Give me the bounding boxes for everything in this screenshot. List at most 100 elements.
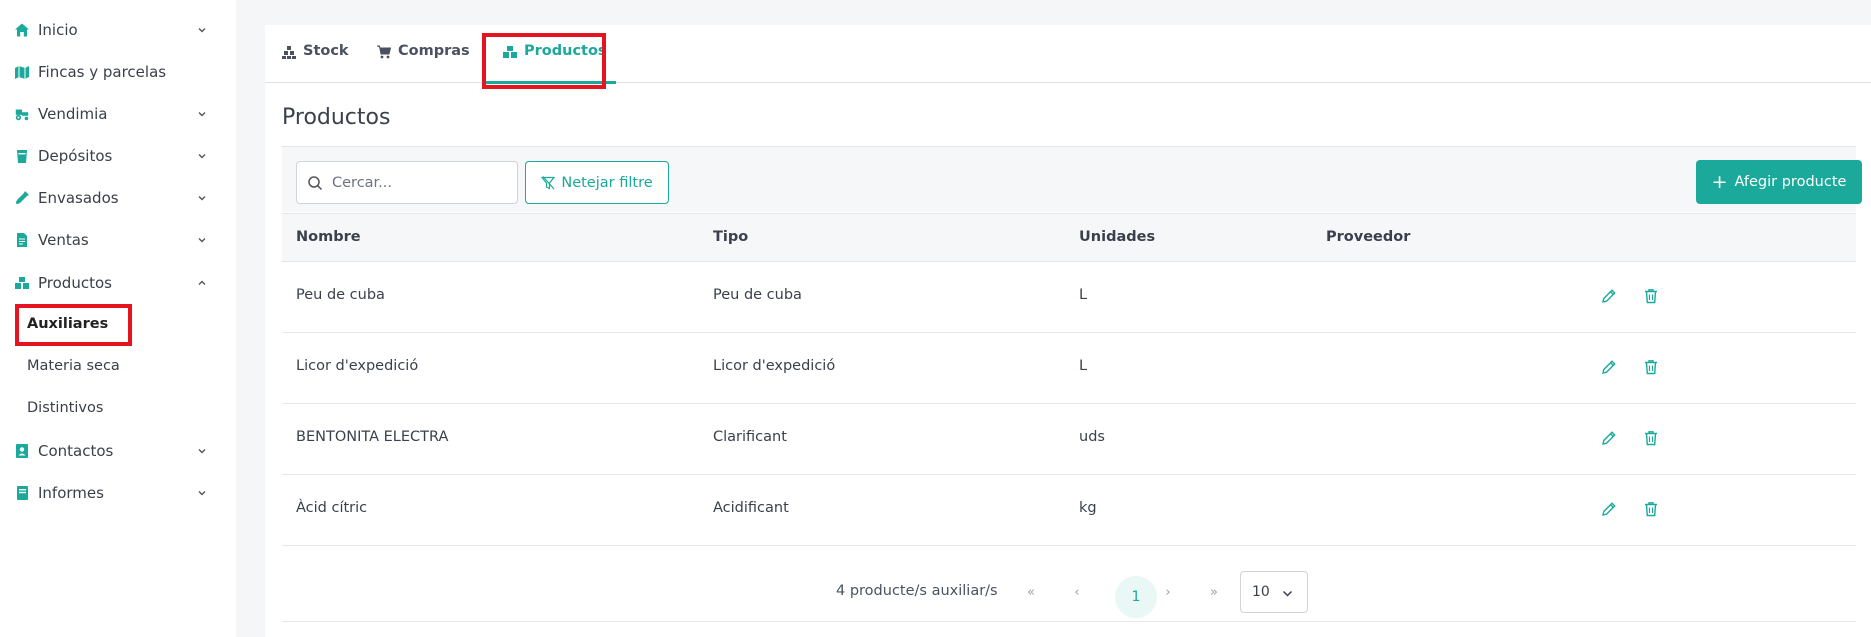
sidebar-subitem-distintivos[interactable]: Distintivos [0,392,236,426]
column-header[interactable]: Proveedor [1326,229,1410,245]
column-header[interactable]: Tipo [713,229,748,245]
tab-label: Compras [398,43,470,59]
page-size-select[interactable]: 10 [1240,571,1308,613]
next-page-button[interactable]: › [1154,578,1182,606]
contact-icon [14,443,30,459]
clear-filter-label: Netejar filtre [561,174,653,191]
delete-icon[interactable] [1642,500,1660,518]
tab-productos[interactable]: Productos [503,43,607,83]
edit-icon[interactable] [1600,287,1618,305]
boxes-icon [503,46,517,58]
tab-bar: Stock Compras Productos [265,25,1871,84]
cell-tipo: Licor d'expedició [713,358,836,374]
chevron-down-icon [198,196,206,201]
clear-filter-button[interactable]: Netejar filtre [525,161,669,204]
edit-icon[interactable] [1600,500,1618,518]
bottle-icon [14,190,30,206]
chevron-down-icon [1282,590,1293,597]
delete-icon[interactable] [1642,429,1660,447]
sidebar-item-fincas[interactable]: Fincas y parcelas [0,55,236,89]
add-product-button[interactable]: + Afegir producte [1696,160,1862,204]
sidebar-item-label: Productos [38,274,112,292]
sidebar-item-inicio[interactable]: Inicio [0,13,236,47]
delete-icon[interactable] [1642,358,1660,376]
plus-icon: + [1711,170,1728,193]
sidebar-item-vendimia[interactable]: Vendimia [0,97,236,131]
cell-tipo: Clarificant [713,429,787,445]
boxes-icon [14,275,30,291]
table-row: Licor d'expedició Licor d'expedició L [282,333,1856,404]
search-icon [308,176,323,191]
page-title: Productos [282,105,391,130]
edit-icon[interactable] [1600,429,1618,447]
sidebar-subitem-label: Auxiliares [27,316,109,332]
result-count: 4 producte/s auxiliar/s [836,583,998,599]
chevron-down-icon [198,28,206,33]
chevron-down-icon [198,491,206,496]
delete-icon[interactable] [1642,287,1660,305]
sidebar-item-label: Fincas y parcelas [38,63,167,81]
tab-label: Productos [524,43,607,59]
table-row: BENTONITA ELECTRA Clarificant uds [282,404,1856,475]
page-size-value: 10 [1252,584,1270,600]
sidebar-item-label: Contactos [38,442,114,460]
sidebar-item-informes[interactable]: Informes [0,476,236,510]
table-row: Àcid cítric Acidificant kg [282,475,1856,546]
sidebar-item-contactos[interactable]: Contactos [0,434,236,468]
toolbar: Netejar filtre + Afegir producte [282,146,1862,212]
column-header[interactable]: Unidades [1079,229,1155,245]
sidebar-item-ventas[interactable]: Ventas [0,223,236,257]
chevron-down-icon [198,238,206,243]
sidebar-item-label: Informes [38,484,104,502]
main-panel: Stock Compras Productos Productos Neteja… [265,25,1871,637]
home-icon [14,22,30,38]
sidebar-subitem-label: Materia seca [27,358,120,374]
sidebar-subitem-auxiliares[interactable]: Auxiliares [0,308,236,342]
table-header: Nombre Tipo Unidades Proveedor [282,213,1856,262]
sidebar-item-label: Inicio [38,21,78,39]
cart-icon [377,45,391,59]
chevron-down-icon [198,112,206,117]
sidebar-item-label: Vendimia [38,105,108,123]
stock-icon [282,46,296,59]
map-icon [14,64,30,80]
current-page-button[interactable]: 1 [1115,576,1157,618]
chevron-up-icon [198,280,206,285]
chevron-down-icon [198,449,206,454]
prev-page-button[interactable]: ‹ [1063,578,1091,606]
sidebar-item-productos[interactable]: Productos [0,266,236,300]
cell-tipo: Peu de cuba [713,287,802,303]
sidebar-item-depositos[interactable]: Depósitos [0,139,236,173]
search-field[interactable] [296,161,518,204]
pagination: 4 producte/s auxiliar/s « ‹ 1 › » 10 [282,562,1856,622]
column-header[interactable]: Nombre [296,229,361,245]
sidebar-item-label: Envasados [38,189,119,207]
sidebar: Inicio Fincas y parcelas Vendimia Depósi… [0,0,236,637]
cell-tipo: Acidificant [713,500,789,516]
sidebar-item-label: Depósitos [38,147,113,165]
edit-icon[interactable] [1600,358,1618,376]
sidebar-item-label: Ventas [38,231,89,249]
book-icon [14,485,30,501]
tab-compras[interactable]: Compras [377,43,470,83]
cell-nombre: BENTONITA ELECTRA [296,429,449,445]
cell-nombre: Àcid cítric [296,500,368,516]
tab-label: Stock [303,43,349,59]
sidebar-subitem-label: Distintivos [27,400,104,416]
tractor-icon [14,106,30,122]
document-icon [14,232,30,248]
add-product-label: Afegir producte [1734,174,1847,190]
cell-unidades: kg [1079,500,1097,516]
filter-clear-icon [541,175,556,189]
first-page-button[interactable]: « [1017,578,1045,606]
last-page-button[interactable]: » [1200,578,1228,606]
sidebar-item-envasados[interactable]: Envasados [0,181,236,215]
sidebar-subitem-materia-seca[interactable]: Materia seca [0,350,236,384]
cell-nombre: Peu de cuba [296,287,385,303]
search-input[interactable] [332,172,512,194]
active-tab-indicator [486,81,616,84]
table-row: Peu de cuba Peu de cuba L [282,262,1856,333]
tab-stock[interactable]: Stock [282,43,349,83]
tank-icon [14,148,30,164]
cell-unidades: L [1079,358,1088,374]
